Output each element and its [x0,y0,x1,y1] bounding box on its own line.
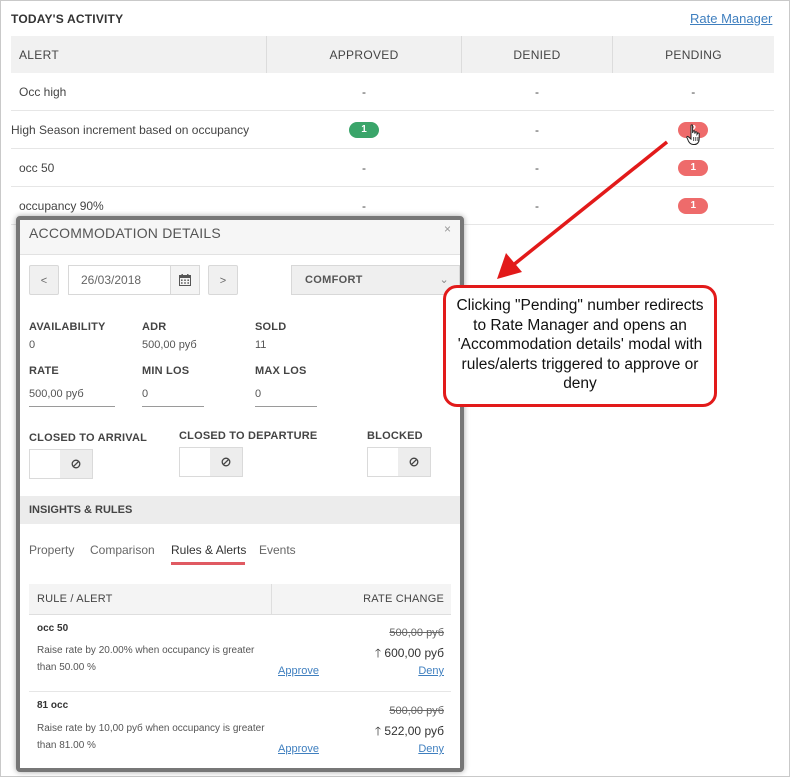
annotation-callout: Clicking "Pending" number redirects to R… [443,285,717,407]
annotation-text: Clicking "Pending" number redirects to R… [456,297,704,392]
